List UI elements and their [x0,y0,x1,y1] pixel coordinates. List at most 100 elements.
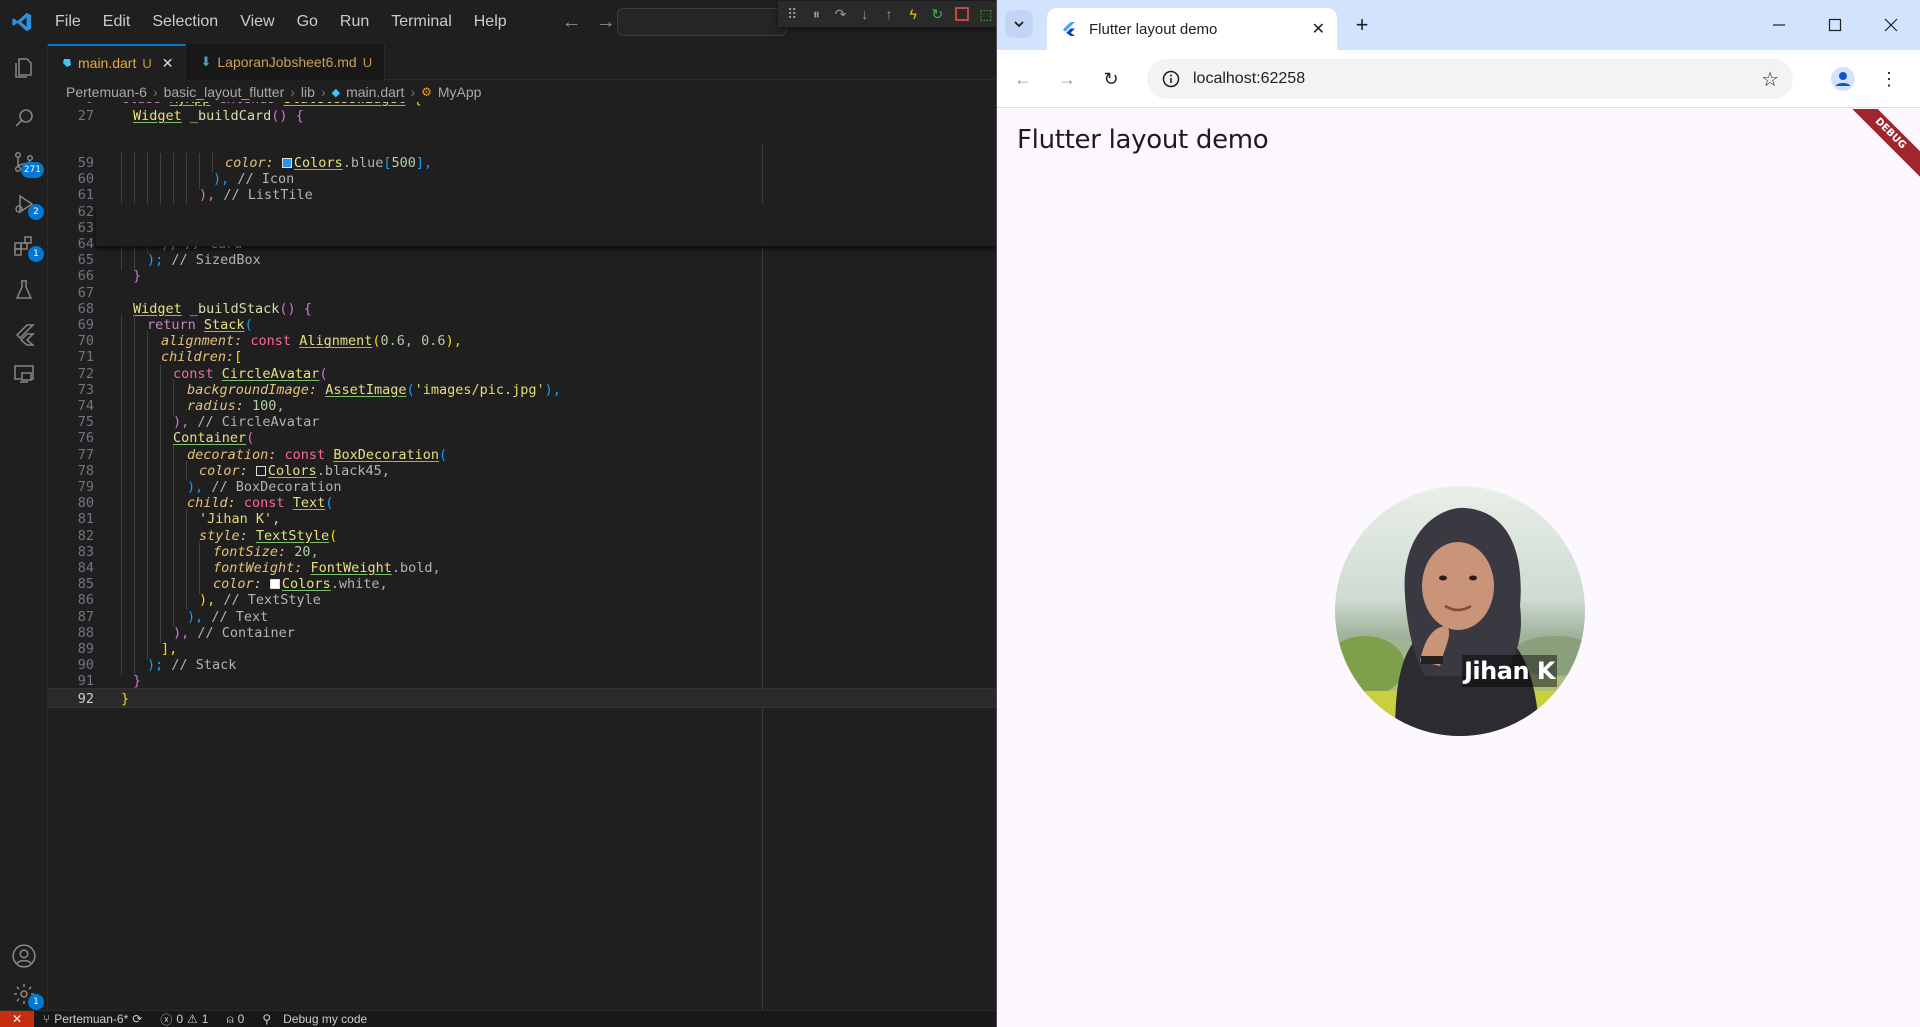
url-text: localhost:62258 [1193,70,1306,87]
error-icon: ⓧ [160,1012,173,1027]
restart-icon[interactable]: ↻ [927,2,947,26]
drag-handle-icon[interactable]: ⠿ [782,2,802,26]
source-control-badge: 271 [20,162,44,178]
chevron-right-icon: › [320,84,326,100]
breadcrumb-item[interactable]: Pertemuan-6 [66,84,147,100]
vscode-window: File Edit Selection View Go Run Terminal… [0,0,996,1027]
browser-tab[interactable]: Flutter layout demo ✕ [1047,8,1337,50]
branch-status[interactable]: ⑂ Pertemuan-6* ⟳ [34,1012,151,1026]
browser-toolbar: ← → ↻ localhost:62258 ☆ ⋮ [997,50,1920,108]
remote-indicator-icon[interactable]: ✕ [0,1010,34,1027]
source-control-icon[interactable]: 271 [0,138,48,186]
problems-status[interactable]: ⓧ 0 ⚠ 1 [151,1011,217,1027]
step-over-icon[interactable]: ↷ [830,2,850,26]
debug-icon: ⚲ [262,1012,272,1026]
step-into-icon[interactable]: ↓ [855,2,875,26]
remote-explorer-icon[interactable] [0,350,48,398]
tab-main-dart[interactable]: main.dart U ✕ [48,44,187,80]
site-info-icon[interactable] [1153,70,1189,88]
tab-label: LaporanJobsheet6.md [217,54,357,70]
menu-selection[interactable]: Selection [141,0,229,44]
breadcrumb-item[interactable]: main.dart [346,84,404,100]
chevron-right-icon: › [152,84,158,100]
hot-reload-icon[interactable]: ϟ [903,2,923,26]
pause-icon[interactable]: ⏸ [806,2,826,26]
explorer-icon[interactable] [0,44,48,92]
debug-toolbar: ⠿ ⏸ ↷ ↓ ↑ ϟ ↻ ⬚ [778,1,996,27]
activity-bar: 271 2 1 1 [0,44,48,1010]
profile-avatar-icon[interactable] [1829,65,1857,93]
minimize-icon[interactable] [1751,0,1807,50]
breadcrumb-item[interactable]: MyApp [438,84,482,100]
devtools-icon[interactable]: ⬚ [976,2,996,26]
tab-label: main.dart [78,55,137,71]
color-swatch-icon[interactable] [281,158,292,168]
new-tab-plus-icon[interactable]: + [1349,12,1375,38]
bookmark-star-icon[interactable]: ☆ [1761,67,1779,92]
extensions-icon[interactable]: 1 [0,222,48,270]
menu-run[interactable]: Run [329,0,380,44]
avatar [1335,486,1585,736]
code-line[interactable]: 27 Widget _buildCard() { [48,106,996,126]
title-bar: File Edit Selection View Go Run Terminal… [0,0,996,44]
tab-laporan-md[interactable]: ⬇ LaporanJobsheet6.md U [186,44,386,80]
menu-go[interactable]: Go [286,0,329,44]
run-debug-icon[interactable]: 2 [0,180,48,228]
back-arrow-icon[interactable]: ← [1009,65,1037,93]
testing-icon[interactable] [0,266,48,314]
forward-arrow-icon[interactable]: → [1053,65,1081,93]
address-bar[interactable]: localhost:62258 ☆ [1147,59,1793,99]
sync-icon: ⟳ [132,1012,143,1026]
back-arrow-icon[interactable]: ← [562,11,582,34]
menu-edit[interactable]: Edit [92,0,142,44]
search-icon[interactable] [0,94,48,142]
chrome-menu-icon[interactable]: ⋮ [1875,65,1903,93]
command-center[interactable] [617,8,787,36]
code-token: Widget [133,108,182,124]
chevron-right-icon: › [290,84,295,100]
code-editor[interactable]: 9class MyApp extends StatelessWidget {27… [48,102,996,1010]
code-line[interactable]: 92} [48,687,996,709]
dart-file-icon: ◆ [331,86,341,99]
menu-terminal[interactable]: Terminal [380,0,462,44]
menu-file[interactable]: File [44,0,92,44]
untracked-marker: U [142,55,152,71]
window-close-icon[interactable] [1863,0,1919,50]
error-count: 0 [176,1012,184,1026]
page-title: Flutter layout demo [1017,125,1269,155]
markdown-file-icon: ⬇ [200,54,212,69]
flutter-favicon-icon [1063,22,1075,36]
vscode-logo-icon [0,0,44,44]
warning-count: 1 [201,1012,209,1026]
forward-arrow-icon[interactable]: → [596,11,616,34]
chevron-right-icon: › [410,84,416,100]
maximize-icon[interactable] [1807,0,1863,50]
breadcrumb: Pertemuan-6 › basic_layout_flutter › lib › … [48,80,996,104]
line-number: 27 [77,108,94,124]
color-swatch-icon[interactable] [269,579,280,590]
tab-search-chevron-icon[interactable] [1005,10,1033,38]
debug-status[interactable]: ⚲ Debug my code [253,1012,376,1026]
extensions-badge: 1 [28,246,44,262]
code-text: } [121,689,129,709]
tab-strip: Flutter layout demo ✕ + [997,0,1920,50]
code-text: Widget _buildCard() { [133,106,304,126]
color-swatch-icon[interactable] [255,465,266,476]
run-debug-badge: 2 [28,204,44,220]
warning-icon: ⚠ [187,1012,198,1026]
breadcrumb-item[interactable]: basic_layout_flutter [164,84,285,100]
debug-banner: DEBUG [1837,109,1920,187]
stop-icon[interactable] [952,2,972,26]
code-token: () { [271,108,304,124]
close-tab-icon[interactable]: ✕ [162,55,174,72]
menu-help[interactable]: Help [463,0,518,44]
dart-file-icon [63,59,71,67]
breadcrumb-item[interactable]: lib [301,84,315,100]
flutter-app-viewport: Flutter layout demo DEBUG Jihan K [997,109,1920,1027]
settings-badge: 1 [28,994,44,1010]
reload-icon[interactable]: ↻ [1097,65,1125,93]
step-out-icon[interactable]: ↑ [879,2,899,26]
close-tab-icon[interactable]: ✕ [1312,19,1325,39]
menu-view[interactable]: View [229,0,285,44]
ports-status[interactable]: ⍝ 0 [217,1012,253,1027]
